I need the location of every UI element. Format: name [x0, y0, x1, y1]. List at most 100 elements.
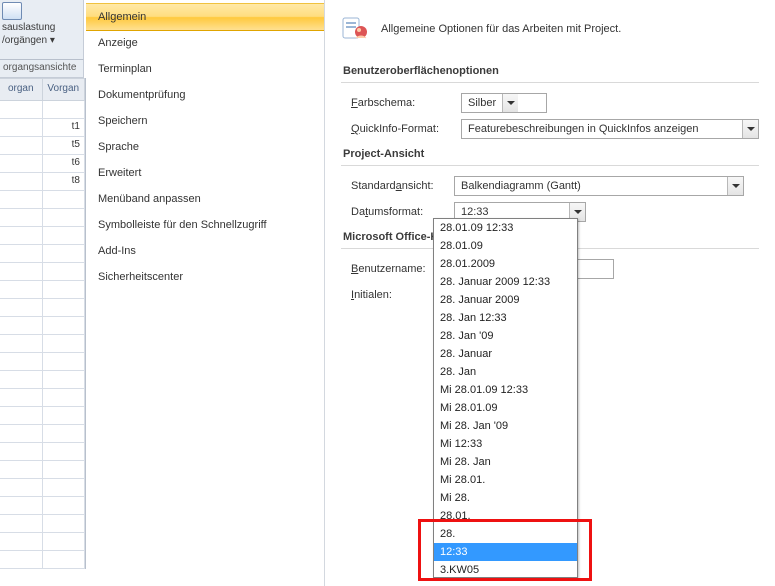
dropdown-option[interactable]: 28. Januar	[434, 345, 577, 363]
dropdown-option[interactable]: Mi 28. Jan	[434, 453, 577, 471]
table-row[interactable]	[0, 245, 85, 263]
dropdown-option[interactable]: 28.01.09 12:33	[434, 219, 577, 237]
table-row[interactable]	[0, 479, 85, 497]
table-cell	[0, 101, 43, 118]
dropdown-option[interactable]: 28. Jan	[434, 363, 577, 381]
table-row[interactable]: t6	[0, 155, 85, 173]
table-row[interactable]	[0, 443, 85, 461]
standardansicht-combo[interactable]: Balkendiagramm (Gantt)	[454, 176, 744, 196]
dropdown-option[interactable]: 28. Januar 2009 12:33	[434, 273, 577, 291]
table-cell	[0, 533, 43, 550]
dropdown-option[interactable]: 28. Januar 2009	[434, 291, 577, 309]
table-cell	[43, 443, 86, 460]
dropdown-option[interactable]: Mi 28.01.09	[434, 399, 577, 417]
quickinfo-value: Featurebeschreibungen in QuickInfos anze…	[462, 123, 742, 135]
table-row[interactable]	[0, 461, 85, 479]
datumsformat-value: 12:33	[455, 206, 569, 218]
standardansicht-value: Balkendiagramm (Gantt)	[455, 180, 727, 192]
grid-col-0[interactable]: organ	[0, 79, 43, 100]
table-row[interactable]	[0, 533, 85, 551]
section-project-view: Project-Ansicht	[341, 145, 759, 166]
table-row[interactable]	[0, 281, 85, 299]
dropdown-option[interactable]: Mi 28.	[434, 489, 577, 507]
dropdown-option[interactable]: 12:33	[434, 543, 577, 561]
main-title: Allgemeine Optionen für das Arbeiten mit…	[381, 23, 621, 35]
table-cell	[43, 335, 86, 352]
table-row[interactable]	[0, 263, 85, 281]
table-cell	[0, 191, 43, 208]
dropdown-option[interactable]: 28.	[434, 525, 577, 543]
table-row[interactable]	[0, 335, 85, 353]
dropdown-option[interactable]: Mi 28.01.09 12:33	[434, 381, 577, 399]
table-cell	[0, 173, 43, 190]
datumsformat-dropdown[interactable]: 28.01.09 12:3328.01.0928.01.200928. Janu…	[433, 218, 578, 578]
sidebar-item-symbolleiste-f-r-den-schnellzugriff[interactable]: Symbolleiste für den Schnellzugriff	[86, 212, 324, 238]
table-row[interactable]	[0, 191, 85, 209]
quickinfo-combo[interactable]: Featurebeschreibungen in QuickInfos anze…	[461, 119, 759, 139]
table-cell	[43, 479, 86, 496]
dropdown-option[interactable]: 28.01.09	[434, 237, 577, 255]
grid-col-1[interactable]: Vorgan	[43, 79, 86, 100]
sidebar-item-allgemein[interactable]: Allgemein	[86, 3, 324, 31]
dropdown-option[interactable]: 28.01.2009	[434, 255, 577, 273]
table-row[interactable]	[0, 389, 85, 407]
farbschema-label: Farbschema:	[351, 97, 461, 109]
options-header-icon	[341, 14, 371, 44]
table-cell	[0, 335, 43, 352]
table-cell	[0, 353, 43, 370]
sidebar-item-dokumentpr-fung[interactable]: Dokumentprüfung	[86, 82, 324, 108]
dropdown-option[interactable]: 28. Jan 12:33	[434, 309, 577, 327]
dropdown-option[interactable]: Mi 12:33	[434, 435, 577, 453]
dropdown-option[interactable]: 3.KW05	[434, 561, 577, 578]
dropdown-option[interactable]: Mi 28.01.	[434, 471, 577, 489]
table-cell	[0, 407, 43, 424]
table-cell	[0, 263, 43, 280]
dropdown-option[interactable]: Mi 28. Jan '09	[434, 417, 577, 435]
ribbon-group-label: organgsansichte	[0, 60, 84, 78]
table-cell	[43, 533, 86, 550]
table-cell	[43, 191, 86, 208]
table-row[interactable]	[0, 407, 85, 425]
table-cell	[43, 209, 86, 226]
table-row[interactable]	[0, 551, 85, 569]
table-row[interactable]	[0, 299, 85, 317]
initialen-label: Initialen:	[351, 289, 444, 301]
sidebar-item-sicherheitscenter[interactable]: Sicherheitscenter	[86, 264, 324, 290]
table-cell	[43, 299, 86, 316]
table-row[interactable]	[0, 101, 85, 119]
farbschema-combo[interactable]: Silber	[461, 93, 547, 113]
grid-header: organ Vorgan	[0, 78, 85, 101]
datumsformat-label: Datumsformat:	[351, 206, 454, 218]
table-row[interactable]	[0, 371, 85, 389]
sidebar-item-terminplan[interactable]: Terminplan	[86, 56, 324, 82]
table-cell	[0, 299, 43, 316]
table-cell	[43, 281, 86, 298]
sidebar-item-anzeige[interactable]: Anzeige	[86, 30, 324, 56]
dropdown-option[interactable]: 28. Jan '09	[434, 327, 577, 345]
ribbon-icon	[2, 2, 22, 20]
table-row[interactable]: t1	[0, 119, 85, 137]
table-cell	[0, 209, 43, 226]
table-row[interactable]	[0, 227, 85, 245]
dropdown-option[interactable]: 28.01.	[434, 507, 577, 525]
table-row[interactable]	[0, 425, 85, 443]
table-cell	[0, 497, 43, 514]
sidebar-item-erweitert[interactable]: Erweitert	[86, 160, 324, 186]
table-row[interactable]	[0, 317, 85, 335]
table-row[interactable]: t5	[0, 137, 85, 155]
table-cell	[43, 317, 86, 334]
table-row[interactable]	[0, 353, 85, 371]
table-row[interactable]: t8	[0, 173, 85, 191]
table-row[interactable]	[0, 209, 85, 227]
table-row[interactable]	[0, 515, 85, 533]
table-cell	[0, 389, 43, 406]
table-row[interactable]	[0, 497, 85, 515]
chevron-down-icon	[727, 177, 743, 195]
sidebar-item-sprache[interactable]: Sprache	[86, 134, 324, 160]
ribbon-label-2[interactable]: /orgängen ▾	[2, 35, 81, 46]
sidebar-item-men-band-anpassen[interactable]: Menüband anpassen	[86, 186, 324, 212]
table-cell	[0, 515, 43, 532]
table-cell	[43, 371, 86, 388]
sidebar-item-speichern[interactable]: Speichern	[86, 108, 324, 134]
sidebar-item-add-ins[interactable]: Add-Ins	[86, 238, 324, 264]
